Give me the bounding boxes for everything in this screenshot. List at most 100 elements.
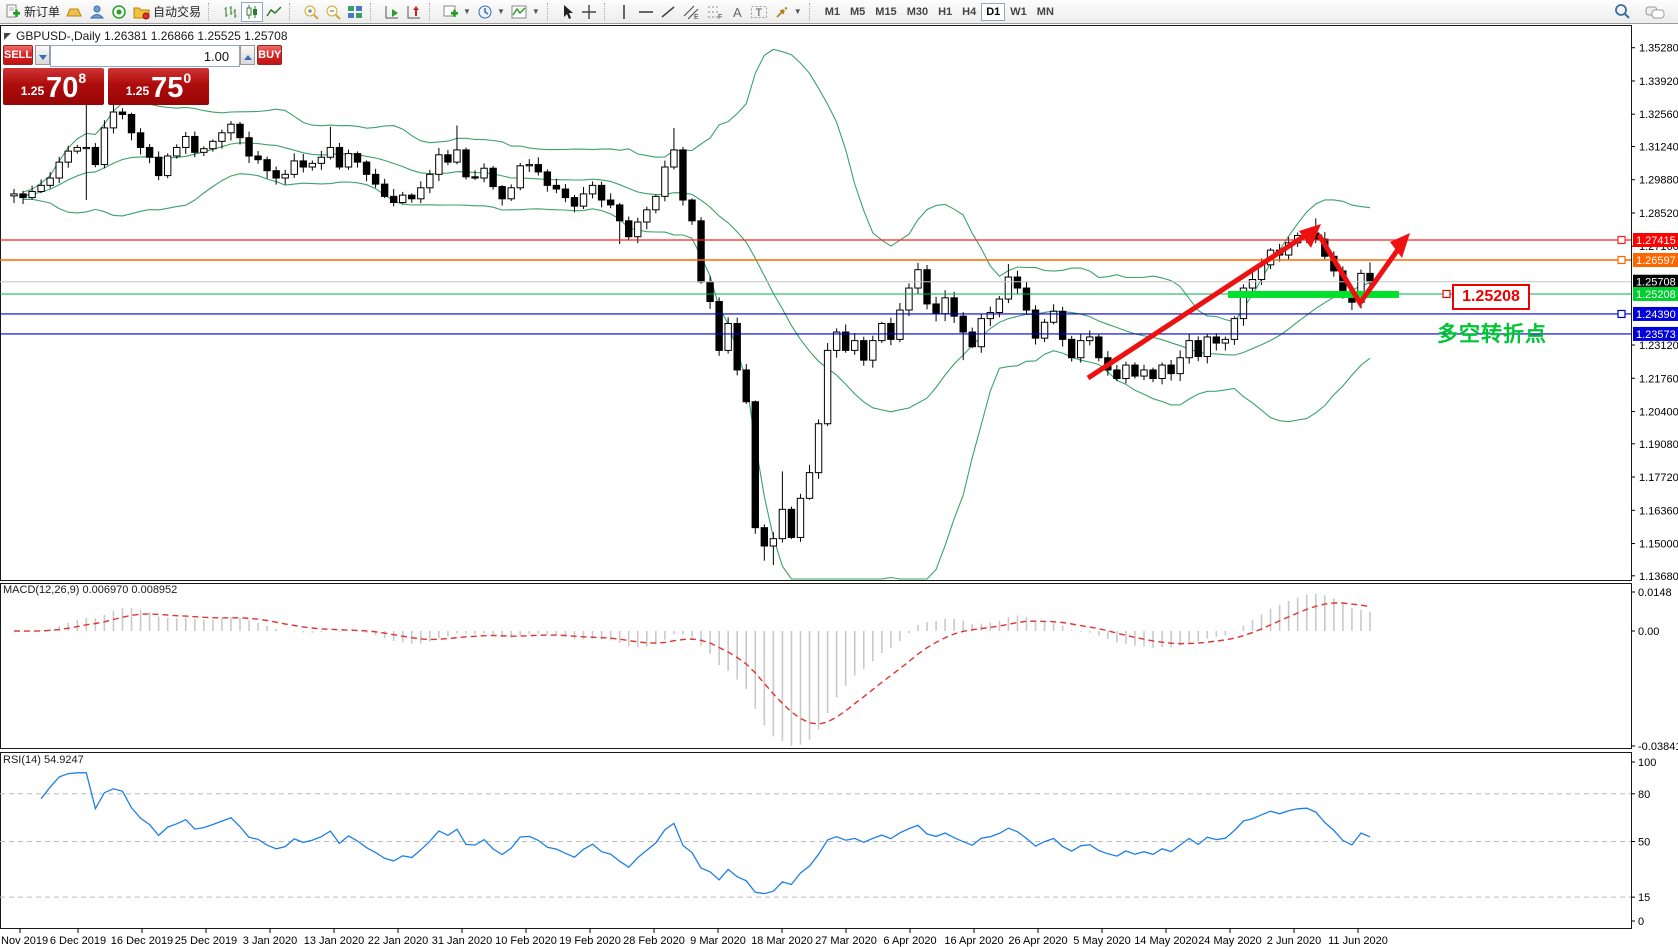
toolbar-separator [604, 3, 612, 21]
candle-body [698, 221, 704, 282]
buy-price-display[interactable]: 1.25 75 0 [108, 68, 209, 105]
collapse-one-click-icon[interactable] [4, 33, 11, 40]
autotrading-button[interactable]: 自动交易 [130, 2, 204, 22]
price-tag-label: 1.27415 [1636, 235, 1676, 247]
arrows-tool-button[interactable]: ▼ [771, 2, 805, 22]
person-icon [89, 4, 105, 20]
signals-icon-button[interactable] [108, 2, 130, 22]
bar-chart-type-button[interactable] [219, 2, 241, 22]
zoom-out-button[interactable] [322, 2, 344, 22]
macd-axis-label: -0.038415 [1638, 741, 1678, 753]
candle-body [1114, 370, 1120, 379]
indicators-button[interactable]: ▼ [508, 2, 543, 22]
candle-body [119, 112, 125, 114]
timeframe-m30[interactable]: M30 [902, 3, 933, 21]
candle-body [472, 177, 478, 178]
turning-point-annotation[interactable]: 多空转折点 [1437, 318, 1547, 348]
candle-body [662, 167, 668, 196]
channel-tool-button[interactable]: E [679, 2, 703, 22]
candle-body [454, 150, 460, 162]
candle-body [83, 147, 89, 148]
timeframe-mn[interactable]: MN [1032, 3, 1059, 21]
support-price-label[interactable]: 1.25208 [1452, 284, 1530, 310]
candle-body [481, 168, 487, 178]
profiles-button[interactable]: ▼ [474, 2, 508, 22]
candle-body [183, 136, 189, 147]
tile-windows-button[interactable] [344, 2, 366, 22]
time-axis-label: 11 Jun 2020 [1328, 935, 1388, 947]
profile-button[interactable] [86, 2, 108, 22]
candle-body [174, 147, 180, 156]
time-axis-label: 3 Jan 2020 [243, 935, 297, 947]
chat-button[interactable] [1642, 2, 1668, 22]
auto-scroll-button[interactable] [381, 2, 403, 22]
time-axis-label: 26 Apr 2020 [1008, 935, 1067, 947]
search-button[interactable] [1611, 2, 1634, 22]
volume-increase-button[interactable] [240, 45, 255, 65]
volume-input[interactable] [50, 45, 240, 67]
market-watch-button[interactable] [63, 2, 86, 22]
time-axis-label: 16 Dec 2019 [111, 935, 173, 947]
new-chart-icon [443, 4, 459, 20]
chart-title-text: GBPUSD-,Daily 1.26381 1.26866 1.25525 1.… [16, 29, 288, 43]
timeframe-m15[interactable]: M15 [870, 3, 901, 21]
sell-button[interactable]: SELL [3, 45, 33, 65]
time-axis-label: 27 Mar 2020 [815, 935, 877, 947]
candle-body [1195, 341, 1201, 357]
search-icon [1614, 3, 1631, 20]
trendline-tool-button[interactable] [657, 2, 679, 22]
candle-body [1141, 370, 1147, 376]
timeframe-d1[interactable]: D1 [981, 3, 1005, 21]
candle-body [1005, 277, 1011, 299]
buy-button[interactable]: BUY [257, 45, 282, 65]
text-label-tool-button[interactable]: T [747, 2, 771, 22]
price-chart[interactable]: 1.352801.339201.325601.312401.298801.285… [0, 0, 1678, 947]
candle-body [390, 196, 396, 202]
candle-body [1078, 341, 1084, 358]
cursor-tool-button[interactable] [558, 2, 578, 22]
chart-shift-button[interactable] [403, 2, 425, 22]
candlestick-chart-type-button[interactable] [241, 2, 263, 22]
volume-decrease-button[interactable] [35, 45, 50, 65]
horizontal-line-tool-button[interactable] [635, 2, 657, 22]
candle-body [571, 198, 577, 207]
candle-body [653, 196, 659, 209]
timeframe-m5[interactable]: M5 [845, 3, 870, 21]
candle-body [110, 112, 116, 128]
candle-body [282, 174, 288, 178]
new-order-button[interactable]: 新订单 [2, 2, 63, 22]
timeframe-h4[interactable]: H4 [957, 3, 981, 21]
zoom-in-button[interactable] [300, 2, 322, 22]
time-axis-label: 10 Feb 2020 [495, 935, 557, 947]
line-chart-icon [266, 4, 282, 20]
candle-body [1068, 339, 1074, 357]
price-tag-label: 1.24390 [1636, 309, 1676, 321]
timeframe-w1[interactable]: W1 [1005, 3, 1032, 21]
text-tool-button[interactable]: A [727, 2, 747, 22]
new-chart-button[interactable]: ▼ [440, 2, 474, 22]
candle-body [1050, 311, 1056, 322]
candle-body [770, 539, 776, 546]
price-axis-label: 1.21760 [1639, 373, 1678, 385]
crosshair-tool-button[interactable] [578, 2, 600, 22]
triangle-down-icon [39, 55, 47, 60]
fibonacci-tool-button[interactable]: F [703, 2, 727, 22]
timeframe-h1[interactable]: H1 [933, 3, 957, 21]
line-handle [1618, 237, 1625, 244]
candle-body [870, 341, 876, 361]
candle-body [707, 282, 713, 302]
vertical-line-tool-button[interactable] [615, 2, 635, 22]
timeframe-m1[interactable]: M1 [820, 3, 845, 21]
candle-body [363, 162, 369, 174]
line-chart-type-button[interactable] [263, 2, 285, 22]
volume-stepper [35, 45, 255, 65]
candle-body [508, 188, 514, 199]
sell-price-display[interactable]: 1.25 70 8 [3, 68, 104, 105]
chart-shift-icon [406, 4, 422, 20]
candle-body [1041, 322, 1047, 338]
candle-body [146, 147, 152, 157]
candle-body [544, 172, 550, 185]
candle-body [815, 424, 821, 473]
candle-body [101, 128, 107, 165]
auto-scroll-icon [384, 4, 400, 20]
